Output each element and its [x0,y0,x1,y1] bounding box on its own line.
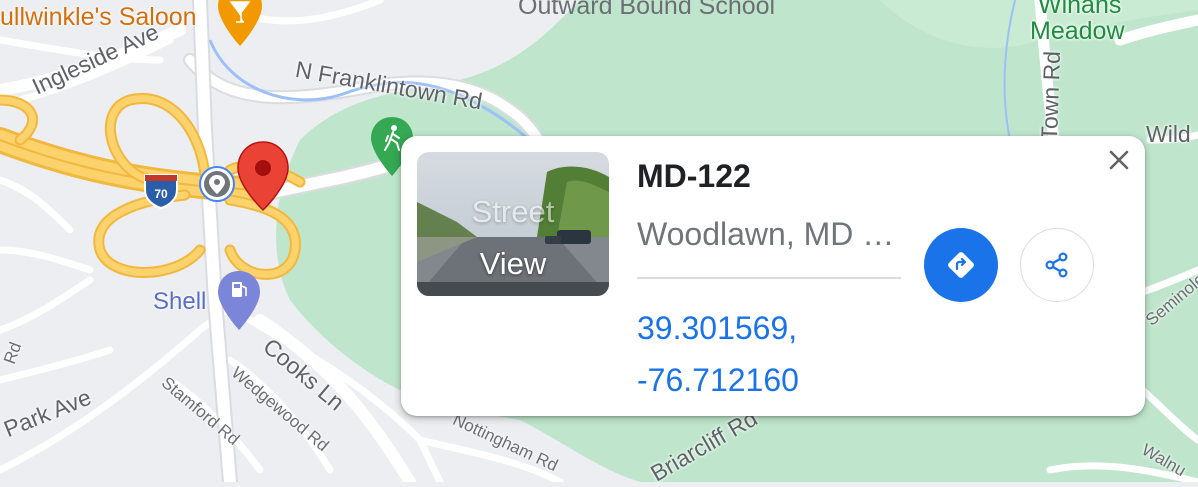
poi-label-bullwinkles[interactable]: ullwinkle's Saloon [0,3,197,32]
directions-button[interactable] [924,228,998,302]
thumbnail-label-line1: Street [471,194,555,229]
poi-label-winans-line1[interactable]: Winans [1038,0,1121,18]
close-button[interactable] [1103,144,1135,176]
street-view-thumbnail[interactable]: Street View [417,152,609,296]
thumbnail-label-line2: View [479,246,547,281]
bar-poi-icon[interactable] [218,0,262,46]
close-icon [1109,150,1129,170]
place-title: MD-122 [637,158,751,194]
share-button[interactable] [1020,228,1094,302]
interstate-number: 70 [154,187,168,201]
coordinates-link[interactable]: 39.301569, -76.712160 [637,302,799,406]
directions-icon [948,252,974,278]
location-info-card: Street View MD-122 Woodlawn, MD 21207 39… [401,136,1145,416]
coordinates-latitude[interactable]: 39.301569, [637,302,799,354]
poi-label-shell[interactable]: Shell [153,288,206,316]
place-marker-icon[interactable] [199,166,235,202]
poi-label-outward-bound[interactable]: Outward Bound School [518,0,775,21]
coordinates-longitude[interactable]: -76.712160 [637,354,799,406]
share-icon [1045,252,1068,278]
road-label-wild: Wild [1146,121,1191,147]
place-subtitle: Woodlawn, MD 21207 [637,216,907,252]
divider [637,277,901,279]
road-label-town-rd: Town Rd [1036,50,1066,141]
poi-label-winans-line2[interactable]: Meadow [1030,18,1125,44]
